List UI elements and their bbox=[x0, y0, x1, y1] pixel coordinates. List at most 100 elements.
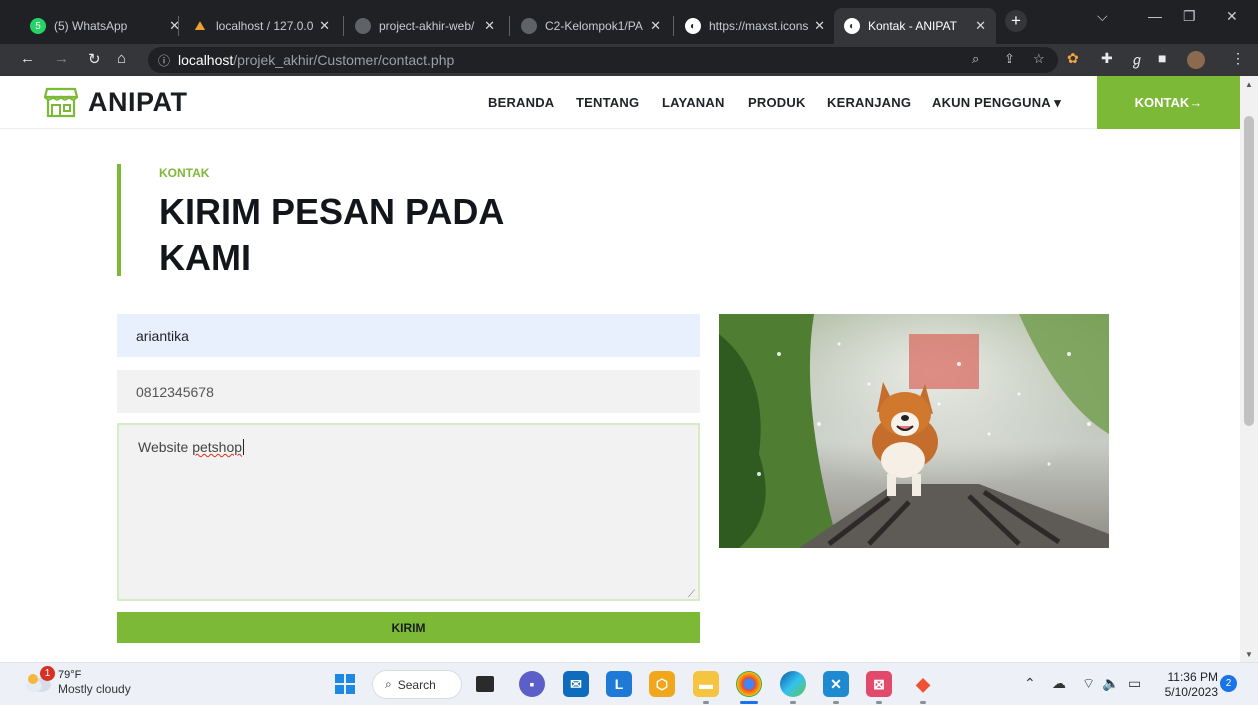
clock-time: 11:36 PM bbox=[1167, 670, 1218, 684]
tab-search-chevron-icon[interactable]: ⌵ bbox=[1097, 8, 1108, 25]
close-icon[interactable]: ✕ bbox=[319, 18, 330, 34]
minimize-button[interactable]: — bbox=[1148, 8, 1162, 24]
bookmark-star-icon[interactable]: ☆ bbox=[1033, 51, 1045, 67]
extension-color-icon[interactable]: ✿ bbox=[1067, 50, 1079, 67]
nav-beranda[interactable]: BERANDA bbox=[488, 95, 554, 110]
tray-chevron-icon[interactable]: ⌃ bbox=[1024, 675, 1036, 692]
browser-tab-strip: 5 (5) WhatsApp ✕ ⛰ localhost / 127.0.0.1… bbox=[0, 0, 1258, 44]
tab-maxst-icons[interactable]: ◐ https://maxst.icons ✕ bbox=[675, 8, 835, 44]
phone-input[interactable] bbox=[117, 370, 700, 413]
file-explorer-icon[interactable]: ▬ bbox=[693, 671, 719, 697]
message-text: Website bbox=[138, 439, 193, 455]
weather-desc: Mostly cloudy bbox=[58, 682, 131, 696]
battery-icon[interactable]: ▭ bbox=[1128, 675, 1141, 692]
site-info-icon[interactable]: ⓘ bbox=[158, 52, 170, 69]
heading-accent-bar bbox=[117, 164, 121, 276]
tab-whatsapp[interactable]: 5 (5) WhatsApp ✕ bbox=[20, 8, 190, 44]
close-icon[interactable]: ✕ bbox=[484, 18, 495, 34]
address-bar[interactable]: ⓘ localhost/projek_akhir/Customer/contac… bbox=[148, 47, 1058, 73]
system-clock[interactable]: 11:36 PM 5/10/2023 bbox=[1160, 670, 1218, 700]
home-icon[interactable]: ⌂ bbox=[117, 50, 126, 67]
globe-icon: ◐ bbox=[844, 18, 860, 34]
tab-title: https://maxst.icons bbox=[709, 19, 809, 33]
tab-title: (5) WhatsApp bbox=[54, 19, 128, 33]
nav-tentang[interactable]: TENTANG bbox=[576, 95, 639, 110]
vscode-icon[interactable]: ✕ bbox=[823, 671, 849, 697]
taskbar-search[interactable]: ⌕ Search bbox=[372, 670, 462, 699]
windows-start-icon[interactable] bbox=[332, 671, 358, 697]
nav-layanan[interactable]: LAYANAN bbox=[662, 95, 725, 110]
tab-title: localhost / 127.0.0.1 bbox=[216, 19, 314, 33]
extensions-puzzle-icon[interactable]: ✚ bbox=[1101, 50, 1113, 67]
restore-button[interactable]: ❐ bbox=[1183, 8, 1196, 25]
url-host: localhost bbox=[178, 52, 234, 68]
brand-name: ANIPAT bbox=[88, 86, 188, 117]
windows-taskbar: 79°F Mostly cloudy 1 ⌕ Search ▪ ✉ L ⬡ ▬ … bbox=[0, 662, 1258, 705]
onedrive-icon[interactable]: ☁ bbox=[1052, 675, 1066, 692]
close-icon[interactable]: ✕ bbox=[814, 18, 825, 34]
caret-down-icon: ▾ bbox=[1054, 95, 1061, 110]
storefront-icon bbox=[44, 87, 78, 118]
share-icon[interactable]: ⇪ bbox=[1004, 51, 1015, 67]
search-icon: ⌕ bbox=[385, 677, 392, 691]
tab-github-kelompok[interactable]: C2-Kelompok1/PA ✕ bbox=[511, 8, 671, 44]
tab-kontak-anipat[interactable]: ◐ Kontak - ANIPAT ✕ bbox=[834, 8, 996, 44]
office-app-icon[interactable]: ⬡ bbox=[649, 671, 675, 697]
more-menu-icon[interactable]: ⋮ bbox=[1231, 50, 1245, 67]
lens-app-icon[interactable]: L bbox=[606, 671, 632, 697]
scroll-up-icon[interactable]: ▲ bbox=[1245, 80, 1253, 89]
reload-icon[interactable]: ↻ bbox=[88, 50, 101, 68]
browser-toolbar: ← → ↻ ⌂ ⓘ localhost/projek_akhir/Custome… bbox=[0, 44, 1258, 76]
tab-title: Kontak - ANIPAT bbox=[868, 19, 957, 33]
clock-date: 5/10/2023 bbox=[1164, 685, 1218, 699]
page-scrollbar[interactable]: ▲ ▼ bbox=[1240, 76, 1258, 662]
tab-phpmyadmin[interactable]: ⛰ localhost / 127.0.0.1 ✕ bbox=[182, 8, 340, 44]
chrome-icon[interactable] bbox=[736, 671, 762, 697]
tab-github-project[interactable]: project-akhir-web/ ✕ bbox=[345, 8, 505, 44]
extension-icon[interactable]: ℊ bbox=[1130, 50, 1144, 70]
misspelled-word: petshop bbox=[192, 439, 243, 455]
name-input[interactable] bbox=[117, 314, 700, 357]
profile-avatar[interactable] bbox=[1187, 51, 1205, 69]
github-icon bbox=[521, 18, 537, 34]
page-title: KIRIM PESAN PADA KAMI bbox=[159, 191, 504, 278]
resize-handle-icon[interactable]: ⟋ bbox=[688, 589, 695, 600]
brand[interactable]: ANIPAT bbox=[44, 86, 188, 118]
forward-icon[interactable]: → bbox=[54, 50, 69, 67]
github-icon bbox=[355, 18, 371, 34]
wifi-icon[interactable]: ⌔ bbox=[1082, 675, 1095, 693]
close-icon[interactable]: ✕ bbox=[650, 18, 661, 34]
site-navbar: ANIPAT BERANDA TENTANG LAYANAN PRODUK KE… bbox=[0, 76, 1240, 129]
submit-button[interactable]: KIRIM bbox=[117, 612, 700, 643]
nav-produk[interactable]: PRODUK bbox=[748, 95, 806, 110]
tab-title: C2-Kelompok1/PA bbox=[545, 19, 643, 33]
section-eyebrow: KONTAK bbox=[159, 166, 210, 180]
close-icon[interactable]: ✕ bbox=[975, 18, 986, 34]
nav-akun-label: AKUN PENGGUNA bbox=[932, 95, 1051, 110]
side-panel-icon[interactable]: ■ bbox=[1158, 50, 1166, 66]
nav-akun-pengguna[interactable]: AKUN PENGGUNA ▾ bbox=[932, 95, 1061, 111]
close-window-button[interactable]: ✕ bbox=[1226, 8, 1238, 25]
notification-badge[interactable]: 2 bbox=[1220, 675, 1237, 692]
teams-chat-icon[interactable]: ▪ bbox=[519, 671, 545, 697]
xampp-icon[interactable]: ⊠ bbox=[866, 671, 892, 697]
git-icon[interactable]: ◆ bbox=[910, 671, 936, 697]
scroll-down-icon[interactable]: ▼ bbox=[1245, 650, 1253, 659]
weather-badge: 1 bbox=[40, 666, 55, 681]
url-path: /projek_akhir/Customer/contact.php bbox=[233, 52, 455, 68]
edge-icon[interactable] bbox=[780, 671, 806, 697]
corgi-photo bbox=[719, 314, 1109, 548]
new-tab-button[interactable]: + bbox=[1005, 10, 1027, 32]
kontak-button[interactable]: KONTAK→ bbox=[1097, 76, 1240, 129]
nav-keranjang[interactable]: KERANJANG bbox=[827, 95, 911, 110]
scrollbar-thumb[interactable] bbox=[1244, 116, 1254, 426]
message-textarea[interactable]: Website petshop bbox=[117, 423, 700, 601]
whatsapp-icon: 5 bbox=[30, 18, 46, 34]
mail-icon[interactable]: ✉ bbox=[563, 671, 589, 697]
back-icon[interactable]: ← bbox=[20, 50, 35, 67]
volume-icon[interactable]: 🔈 bbox=[1102, 675, 1119, 692]
search-label: Search bbox=[397, 677, 436, 692]
zoom-icon[interactable]: ⌕ bbox=[972, 51, 979, 67]
tab-title: project-akhir-web/ bbox=[379, 19, 475, 33]
task-view-icon[interactable] bbox=[476, 676, 494, 692]
